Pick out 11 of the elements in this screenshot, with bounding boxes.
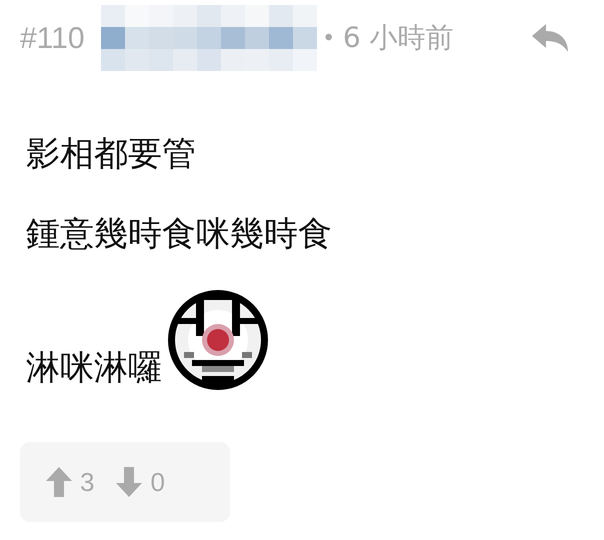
upvote-button[interactable]: 3: [46, 462, 94, 502]
downvote-button[interactable]: 0: [116, 462, 165, 502]
up-arrow-icon: [46, 467, 72, 497]
post-number: #110: [20, 20, 85, 56]
comment-line: 影相都要管: [26, 132, 196, 176]
down-arrow-icon: [116, 467, 142, 497]
comment-line: 鍾意幾時食咪幾時食: [26, 212, 332, 256]
reply-icon: [530, 22, 570, 54]
post-time: 6 小時前: [342, 20, 454, 56]
comment-line: 淋咪淋囉: [26, 347, 162, 390]
separator-dot: •: [324, 23, 333, 53]
